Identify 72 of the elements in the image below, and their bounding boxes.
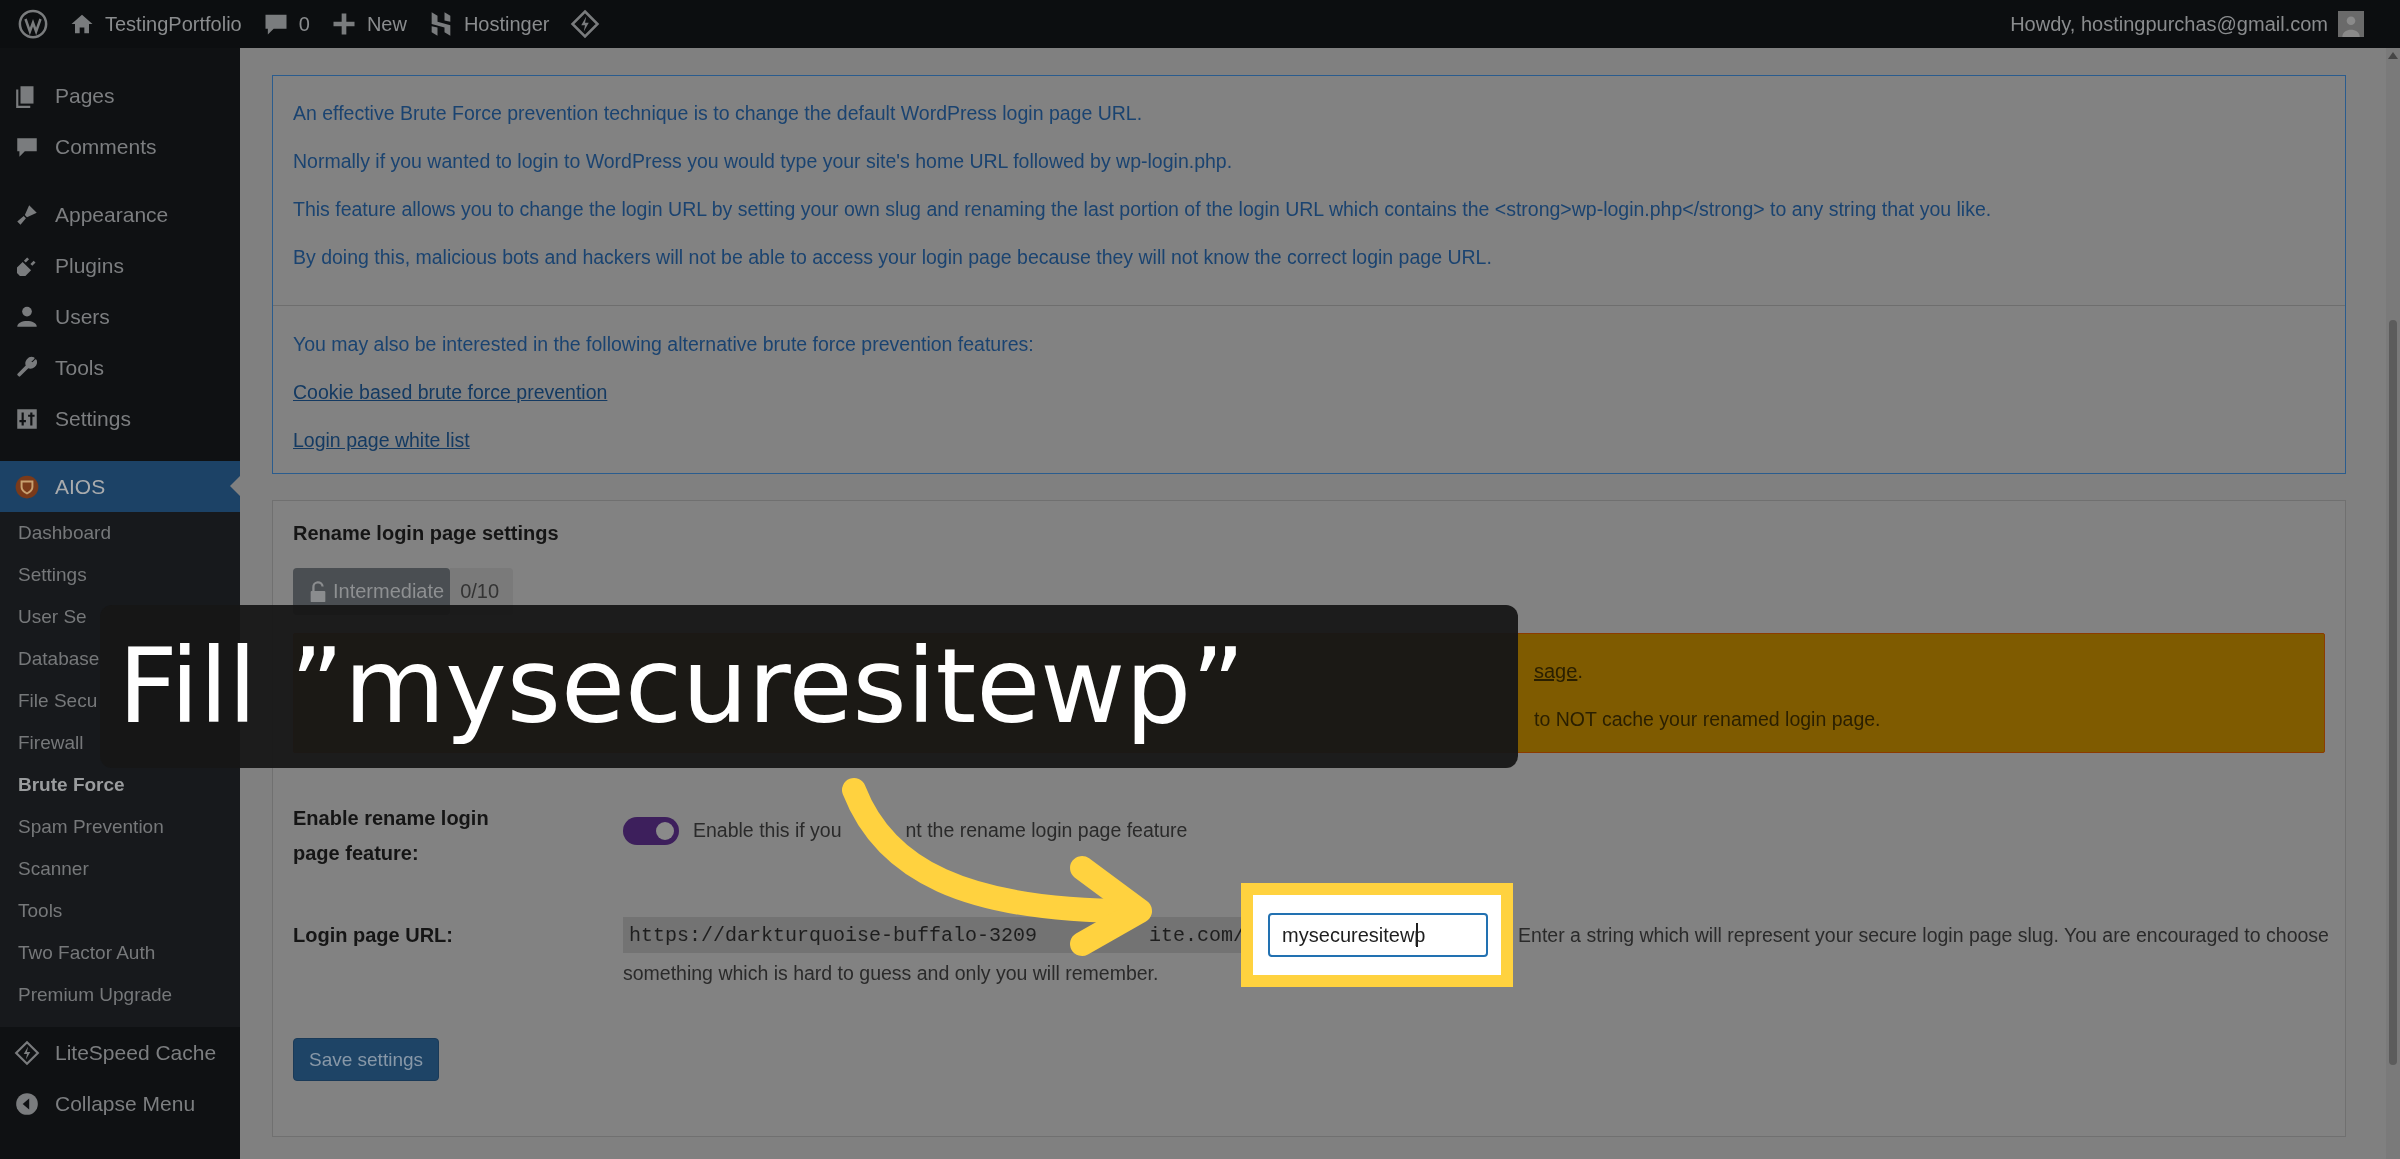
submenu-item[interactable]: Firewall (0, 722, 84, 764)
diamond-icon (14, 1039, 40, 1066)
sidebar-label[interactable]: Plugins (55, 253, 124, 278)
submenu-item[interactable]: Database (0, 638, 100, 680)
field-description: nt the rename login page feature (905, 819, 1188, 842)
submenu-item[interactable]: Tools (0, 890, 63, 932)
scrollbar[interactable] (2386, 48, 2400, 1159)
field-description: Enter a string which will represent your secure login page slug. You are encouraged to choose (1518, 923, 2329, 948)
submenu-item[interactable]: Dashboard (0, 512, 111, 554)
info-text: An effective Brute Force prevention technique is to change the default WordPress login page URL. (293, 101, 1143, 126)
sidebar-label[interactable]: Collapse Menu (55, 1091, 196, 1116)
toolbar-item[interactable]: 0 (261, 0, 310, 48)
field-description: Enable this if you (693, 819, 842, 842)
panel-title: Rename login page settings (293, 521, 559, 546)
sidebar-label[interactable]: Comments (55, 134, 157, 159)
info-text: This feature allows you to change the login URL by setting your own slug and renaming the last portion of the login URL which contains the <strong>wp-login.php</strong> to any string that you like. (293, 197, 1992, 222)
sidebar-label[interactable]: Tools (55, 355, 105, 380)
diamond-icon[interactable] (569, 9, 600, 39)
toolbar-label[interactable]: New (366, 12, 407, 36)
sidebar-label[interactable]: Users (55, 304, 110, 329)
sidebar-label[interactable]: AIOS (55, 474, 106, 499)
toolbar-item[interactable]: New (329, 0, 407, 48)
sidebar-item[interactable]: Users (0, 291, 240, 342)
feature-link[interactable]: Cookie based brute force prevention (293, 381, 608, 403)
submenu-item[interactable]: User Se (0, 596, 87, 638)
scroll-up-icon[interactable] (2388, 52, 2398, 59)
field-label: Login page URL: (293, 923, 454, 948)
toolbar-item[interactable]: Hostinger (426, 0, 550, 48)
sidebar-item[interactable]: Comments (0, 121, 240, 172)
toggle-switch[interactable] (623, 816, 679, 845)
wordpress-logo-icon[interactable] (18, 9, 48, 39)
toolbar-label[interactable]: 0 (298, 12, 310, 36)
submenu-item[interactable]: Scanner (0, 848, 89, 890)
field-label: Enable rename login page feature: (293, 806, 490, 866)
submenu-item[interactable]: Spam Prevention (0, 806, 164, 848)
sidebar-item[interactable]: Tools (0, 342, 240, 393)
toolbar-item[interactable]: TestingPortfolio (68, 0, 242, 48)
warning-text: to NOT cache your renamed login page. (1534, 707, 1881, 731)
submenu-item[interactable]: File Secu (0, 680, 98, 722)
info-text: By doing this, malicious bots and hackers will not be able to access your login page because they will not know the correct login page URL. (293, 245, 1492, 270)
badge-label: Intermediate (333, 580, 445, 603)
sidebar-label[interactable]: LiteSpeed Cache (55, 1040, 217, 1065)
feature-link[interactable]: Login page white list (293, 429, 470, 451)
message-link[interactable]: sage (1534, 659, 1578, 683)
url-text: ite.com/ (1149, 924, 1246, 947)
toolbar-label[interactable]: Hostinger (463, 12, 550, 36)
sidebar-item[interactable]: LiteSpeed Cache (0, 1027, 240, 1078)
info-text: You may also be interested in the following alternative brute force prevention features: (293, 332, 1034, 357)
field-description: something which is hard to guess and only you will remember. (623, 962, 1159, 984)
tutorial-caption: Fill ”mysecuresitewp” (100, 605, 1518, 768)
warning-text: . (1577, 659, 1583, 683)
sidebar-label[interactable]: Pages (55, 83, 115, 108)
submenu-item[interactable]: Settings (0, 554, 87, 596)
arrow-circle-icon (14, 1090, 40, 1117)
sidebar-item[interactable]: Settings (0, 393, 240, 444)
sidebar-item[interactable]: Pages (0, 70, 240, 121)
info-text: Normally if you wanted to login to WordPress you would type your site's home URL followed by wp-login.php. (293, 149, 1233, 174)
submenu-item[interactable]: Premium Upgrade (0, 974, 173, 1016)
sidebar-label[interactable]: Appearance (55, 202, 169, 227)
shield-icon (14, 473, 40, 500)
url-text: https://darkturquoise-buffalo-3209 (629, 924, 1038, 947)
sidebar-item[interactable]: Appearance (0, 189, 240, 240)
sidebar-item[interactable]: Plugins (0, 240, 240, 291)
submenu-item[interactable]: Two Factor Auth (0, 932, 156, 974)
sidebar-item[interactable]: AIOS (0, 461, 240, 512)
account-greeting[interactable]: Howdy, hostingpurchas@gmail.com (2010, 12, 2328, 36)
save-button[interactable]: Save settings (293, 1038, 439, 1081)
sidebar-label[interactable]: Settings (55, 406, 131, 431)
sidebar-item[interactable]: Collapse Menu (0, 1078, 240, 1129)
toolbar-label[interactable]: TestingPortfolio (105, 12, 242, 36)
scrollbar-thumb[interactable] (2389, 320, 2397, 1065)
avatar-icon[interactable] (2338, 11, 2364, 37)
